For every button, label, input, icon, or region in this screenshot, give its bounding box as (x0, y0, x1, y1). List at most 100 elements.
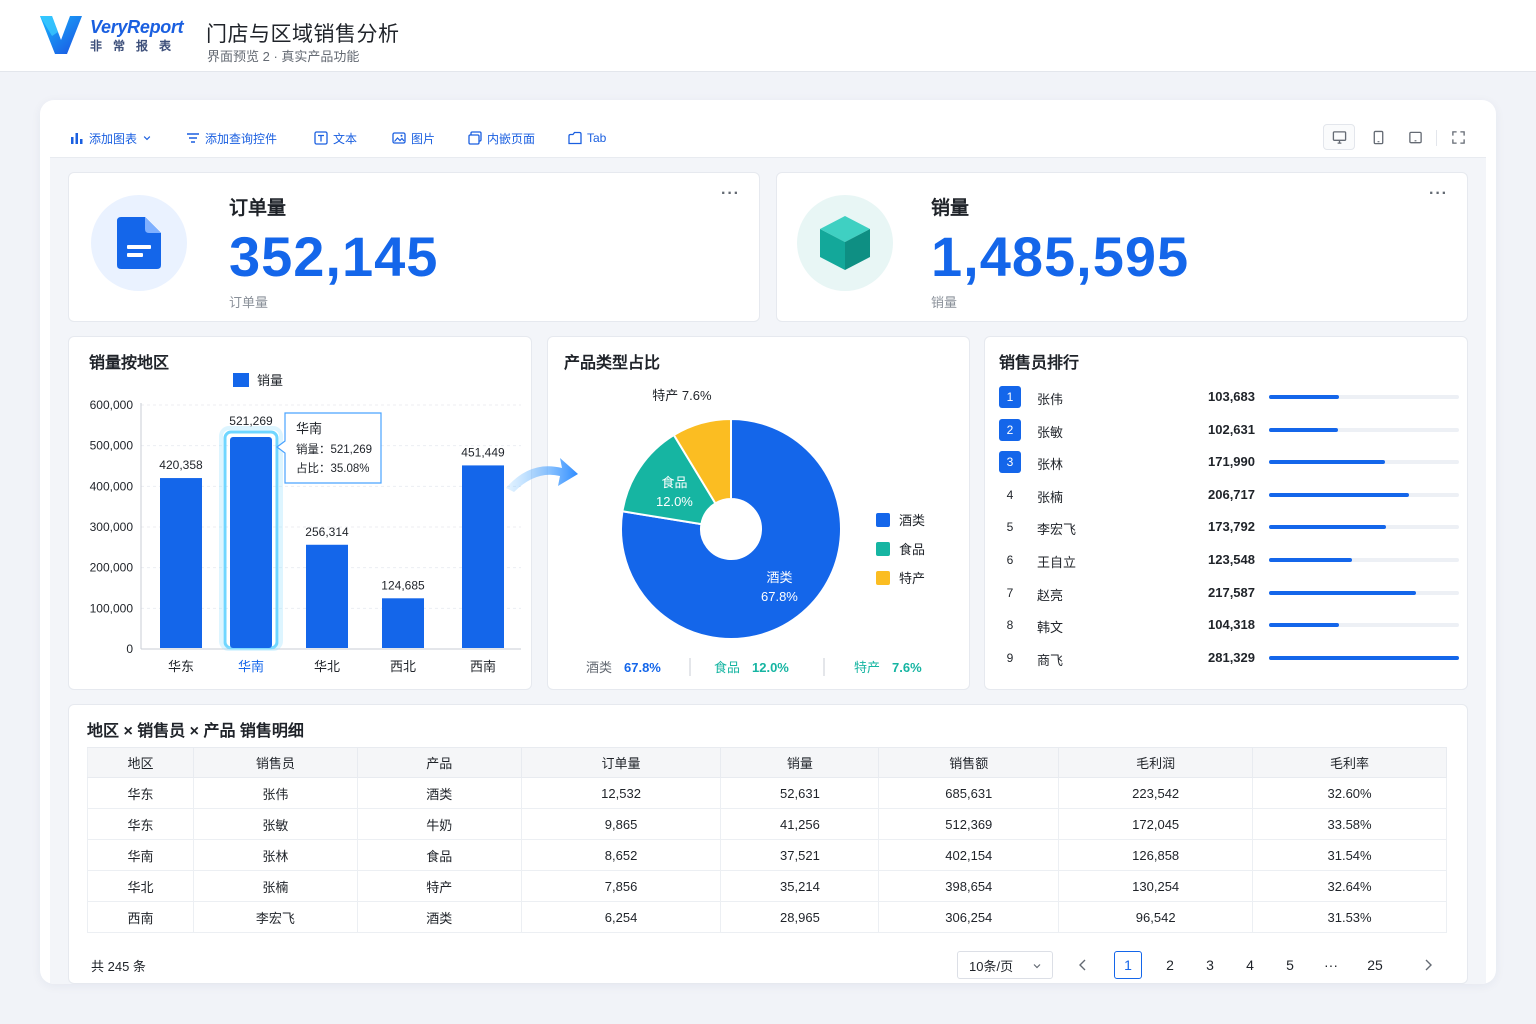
kpi-card-orders[interactable]: 订单量 352,145 订单量 ··· (68, 172, 760, 322)
rank-badge: 3 (999, 451, 1021, 474)
salesperson-name: 韩文 (1037, 620, 1064, 636)
table-cell: 华南 (87, 839, 194, 871)
pie-chart-card[interactable]: 产品类型占比 酒类 67.8% 食品 12.0% 特产 7.6% 酒类 食品 特产 酒类 67.8… (547, 336, 970, 690)
page-size-select[interactable]: 10条/页 (957, 951, 1053, 979)
table-cell: 张楠 (193, 870, 358, 902)
column-header[interactable]: 订单量 (521, 747, 722, 778)
table-title: 地区 × 销售员 × 产品 销售明细 (87, 723, 304, 740)
prev-page-button[interactable] (1069, 951, 1097, 979)
rank-bar-track (1269, 492, 1459, 497)
pie-legend-swatch (876, 542, 890, 556)
pie-chart: 酒类67.8%食品12.0%特产 7.6%酒类食品特产酒类 67.8% 食品 12.0… (586, 388, 925, 676)
ranking-row[interactable]: 5 李宏飞 173,792 (999, 516, 1459, 539)
table-row[interactable]: 西南 李宏飞 酒类 6,254 28,965 306,254 96,542 31.53% (87, 901, 1447, 933)
tablet-landscape-view-button[interactable] (1399, 124, 1431, 150)
legend-label-sales: 销量 (257, 373, 283, 388)
table-cell: 685,631 (878, 777, 1060, 809)
fullscreen-button[interactable] (1442, 124, 1474, 150)
sales-detail-table-card[interactable]: 地区 × 销售员 × 产品 销售明细 地区 销售员 产品 订单量 销量 销售额 毛利润 毛利率… (68, 704, 1468, 984)
dashboard-canvas: 订单量 352,145 订单量 ··· 销量 1,485,595 销量 ··· … (50, 158, 1486, 984)
pie-slice-name-label: 食品 (661, 475, 687, 490)
column-header[interactable]: 销量 (720, 747, 880, 778)
kpi-card-sales[interactable]: 销量 1,485,595 销量 ··· (776, 172, 1468, 322)
page-button-25[interactable]: 25 (1361, 951, 1389, 979)
logo-cn: 非常报表 (90, 39, 183, 53)
column-header[interactable]: 销售额 (878, 747, 1060, 778)
tablet-view-button[interactable] (1362, 124, 1394, 150)
add-chart-button[interactable]: 添加图表 (70, 130, 152, 146)
table-row[interactable]: 华北 张楠 特产 7,856 35,214 398,654 130,254 32.64% (87, 870, 1447, 902)
table-cell: 32.64% (1252, 870, 1447, 902)
rank-bar-fill (1269, 590, 1416, 595)
ranking-row[interactable]: 6 王自立 123,548 (999, 549, 1459, 571)
bar-西北[interactable] (382, 598, 424, 648)
add-embed-page-button[interactable]: 内嵌页面 (468, 130, 535, 146)
page-button-1[interactable]: 1 (1114, 951, 1142, 979)
salesperson-name: 商飞 (1037, 652, 1064, 668)
desktop-view-button[interactable] (1323, 124, 1355, 150)
ranking-row[interactable]: 8 韩文 104,318 (999, 614, 1459, 637)
image-icon (392, 132, 406, 144)
column-header[interactable]: 产品 (357, 747, 522, 778)
table-cell: 李宏飞 (193, 901, 358, 933)
x-tick-label: 西北 (390, 659, 416, 674)
add-text-button[interactable]: 文本 (314, 130, 357, 146)
table-cell: 28,965 (720, 901, 880, 933)
table-cell: 华东 (87, 808, 194, 840)
kpi-sales-sublabel: 销量 (931, 295, 958, 310)
table-cell: 西南 (87, 901, 194, 933)
ranking-row[interactable]: 1 张伟 103,683 (999, 386, 1459, 408)
page-button-3[interactable]: 3 (1196, 951, 1224, 979)
page-subtitle: 界面预览 2 · 真实产品功能 (207, 49, 360, 64)
y-tick-label: 200,000 (90, 561, 134, 575)
x-tick-label: 西南 (470, 659, 496, 674)
bar-华南[interactable] (230, 437, 272, 648)
salesperson-value: 123,548 (1208, 552, 1255, 567)
y-tick-label: 0 (126, 642, 133, 656)
table-row[interactable]: 华南 张林 食品 8,652 37,521 402,154 126,858 31.54% (87, 839, 1447, 871)
cube-icon (820, 216, 870, 270)
pie-slice-value-label: 67.8% (761, 589, 798, 604)
pagination: 1 2 3 4 5 ··· 25 (1069, 951, 1449, 979)
column-header[interactable]: 毛利润 (1058, 747, 1254, 778)
ranking-row[interactable]: 2 张敏 102,631 (999, 418, 1459, 441)
ranking-row[interactable]: 7 赵亮 217,587 (999, 581, 1459, 604)
pie-footer-name: 特产 (854, 660, 880, 675)
add-tab-button[interactable]: Tab (568, 130, 606, 146)
salesperson-name: 王自立 (1037, 555, 1077, 570)
bar-华东[interactable] (160, 478, 202, 648)
ranking-row[interactable]: 3 张林 171,990 (999, 451, 1459, 474)
bar-chart-card[interactable]: 销量按地区 销量 0 100,000 200,000 300,000 400,000 500… (68, 336, 532, 690)
next-page-button[interactable] (1414, 951, 1442, 979)
add-query-control-label: 添加查询控件 (205, 131, 278, 146)
table-row[interactable]: 华东 张伟 酒类 12,532 52,631 685,631 223,542 32.60% (87, 777, 1447, 809)
kpi-orders-more-button[interactable]: ··· (721, 185, 740, 203)
top-header: VeryReport 非常报表 门店与区域销售分析 界面预览 2 · 真实产品功… (0, 0, 1536, 72)
bar-华北[interactable] (306, 544, 348, 648)
page-button-2[interactable]: 2 (1156, 951, 1184, 979)
bar-value-label: 256,314 (305, 525, 349, 539)
table-header-row: 地区 销售员 产品 订单量 销量 销售额 毛利润 毛利率 (87, 747, 1447, 778)
page-button-5[interactable]: 5 (1276, 951, 1304, 979)
add-image-button[interactable]: 图片 (392, 130, 435, 146)
bar-西南[interactable] (462, 465, 504, 648)
add-query-control-button[interactable]: 添加查询控件 (186, 130, 277, 146)
page-button-4[interactable]: 4 (1236, 951, 1264, 979)
salesperson-ranking-card[interactable]: 销售员排行 1 张伟 103,683 2 张敏 102,631 3 张林 171,990 4 张楠 2… (984, 336, 1468, 690)
embed-icon (468, 131, 482, 145)
column-header[interactable]: 销售员 (193, 747, 358, 778)
ranking-row[interactable]: 4 张楠 206,717 (999, 483, 1459, 506)
salesperson-name: 张伟 (1037, 392, 1064, 407)
column-header[interactable]: 毛利率 (1252, 747, 1447, 778)
filter-icon (187, 133, 199, 143)
rank-badge: 1 (999, 386, 1021, 408)
rank-bar-track (1269, 590, 1459, 595)
rank-badge: 7 (999, 581, 1021, 604)
table-row[interactable]: 华东 张敏 牛奶 9,865 41,256 512,369 172,045 33.58% (87, 808, 1447, 840)
ranking-row[interactable]: 9 商飞 281,329 (999, 646, 1459, 669)
kpi-sales-more-button[interactable]: ··· (1429, 185, 1448, 203)
pie-legend-label: 酒类 (899, 513, 925, 528)
column-header[interactable]: 地区 (87, 747, 194, 778)
flow-arrow-icon (506, 458, 578, 492)
rank-badge: 9 (999, 646, 1021, 669)
